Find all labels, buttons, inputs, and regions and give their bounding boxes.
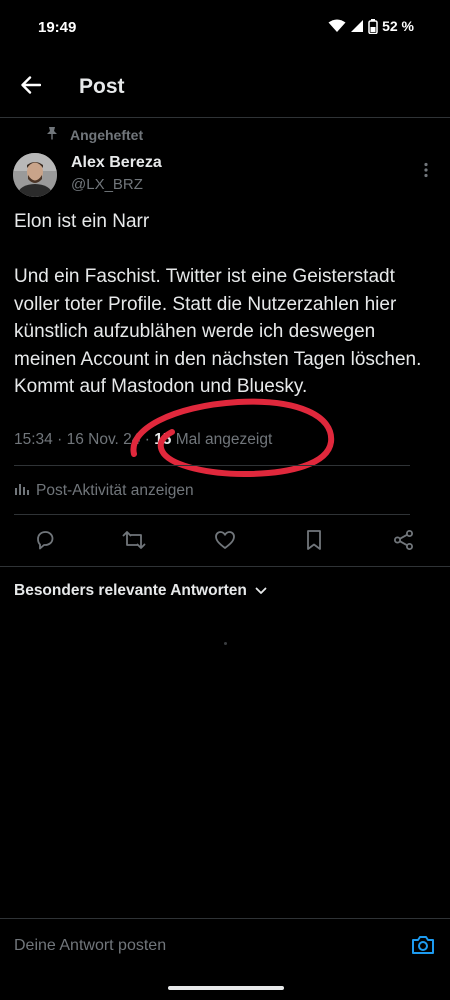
- loading-indicator: [224, 642, 227, 645]
- more-options-button[interactable]: [416, 162, 436, 182]
- camera-button[interactable]: [410, 934, 436, 960]
- share-icon: [393, 529, 415, 556]
- home-indicator[interactable]: [168, 986, 284, 990]
- post-paragraph: Elon ist ein Narr: [14, 211, 150, 232]
- signal-icon: [350, 19, 364, 33]
- like-button[interactable]: [213, 530, 237, 554]
- divider: [0, 566, 450, 567]
- status-time: 19:49: [38, 19, 77, 36]
- pin-icon: [46, 126, 58, 143]
- repost-button[interactable]: [122, 530, 146, 554]
- status-bar: 19:49 52 %: [0, 0, 450, 56]
- meta-separator: ·: [144, 431, 155, 448]
- views-count: 15: [154, 431, 172, 448]
- reply-sort-label: Besonders relevante Antworten: [14, 582, 247, 599]
- arrow-left-icon: [21, 75, 42, 99]
- post-meta: 15:34 · 16 Nov. 24 · 15 Mal angezeigt: [14, 431, 272, 449]
- bar-chart-icon: [14, 482, 30, 501]
- wifi-icon: [328, 19, 346, 33]
- post-time: 15:34: [14, 431, 53, 448]
- avatar[interactable]: [13, 153, 57, 197]
- top-app-bar: Post: [0, 56, 450, 118]
- reply-icon: [34, 529, 56, 556]
- reply-composer: Deine Antwort posten: [0, 918, 450, 976]
- chevron-down-icon: [255, 582, 267, 600]
- author-name[interactable]: Alex Bereza: [71, 154, 162, 172]
- battery-percent: 52 %: [382, 18, 414, 34]
- action-bar: [0, 522, 450, 560]
- bookmark-icon: [305, 529, 323, 556]
- views-label: Mal angezeigt: [175, 431, 273, 448]
- bookmark-button[interactable]: [302, 529, 326, 556]
- page-title: Post: [79, 75, 125, 98]
- meta-separator: ·: [57, 431, 67, 448]
- post-activity-label: Post-Aktivität anzeigen: [36, 482, 194, 499]
- repost-icon: [122, 529, 146, 556]
- pinned-indicator: Angeheftet: [46, 126, 143, 143]
- camera-icon: [411, 934, 435, 961]
- back-button[interactable]: [14, 70, 48, 104]
- reply-input[interactable]: Deine Antwort posten: [14, 937, 166, 955]
- more-vertical-icon: [424, 162, 428, 183]
- reply-sort-dropdown[interactable]: Besonders relevante Antworten: [14, 582, 267, 600]
- pinned-label: Angeheftet: [70, 126, 144, 143]
- post-date: 16 Nov. 24: [66, 431, 141, 448]
- post-text: Elon ist ein Narr Und ein Faschist. Twit…: [14, 208, 424, 401]
- share-button[interactable]: [392, 529, 416, 556]
- status-icons: 52 %: [328, 18, 414, 34]
- post-paragraph: Und ein Faschist. Twitter ist eine Geist…: [14, 266, 422, 397]
- reply-button[interactable]: [33, 530, 57, 554]
- divider: [14, 465, 410, 466]
- heart-icon: [214, 530, 236, 555]
- battery-icon: [368, 18, 378, 34]
- author-handle[interactable]: @LX_BRZ: [71, 176, 143, 193]
- post-activity-link[interactable]: Post-Aktivität anzeigen: [14, 480, 194, 502]
- divider: [14, 514, 410, 515]
